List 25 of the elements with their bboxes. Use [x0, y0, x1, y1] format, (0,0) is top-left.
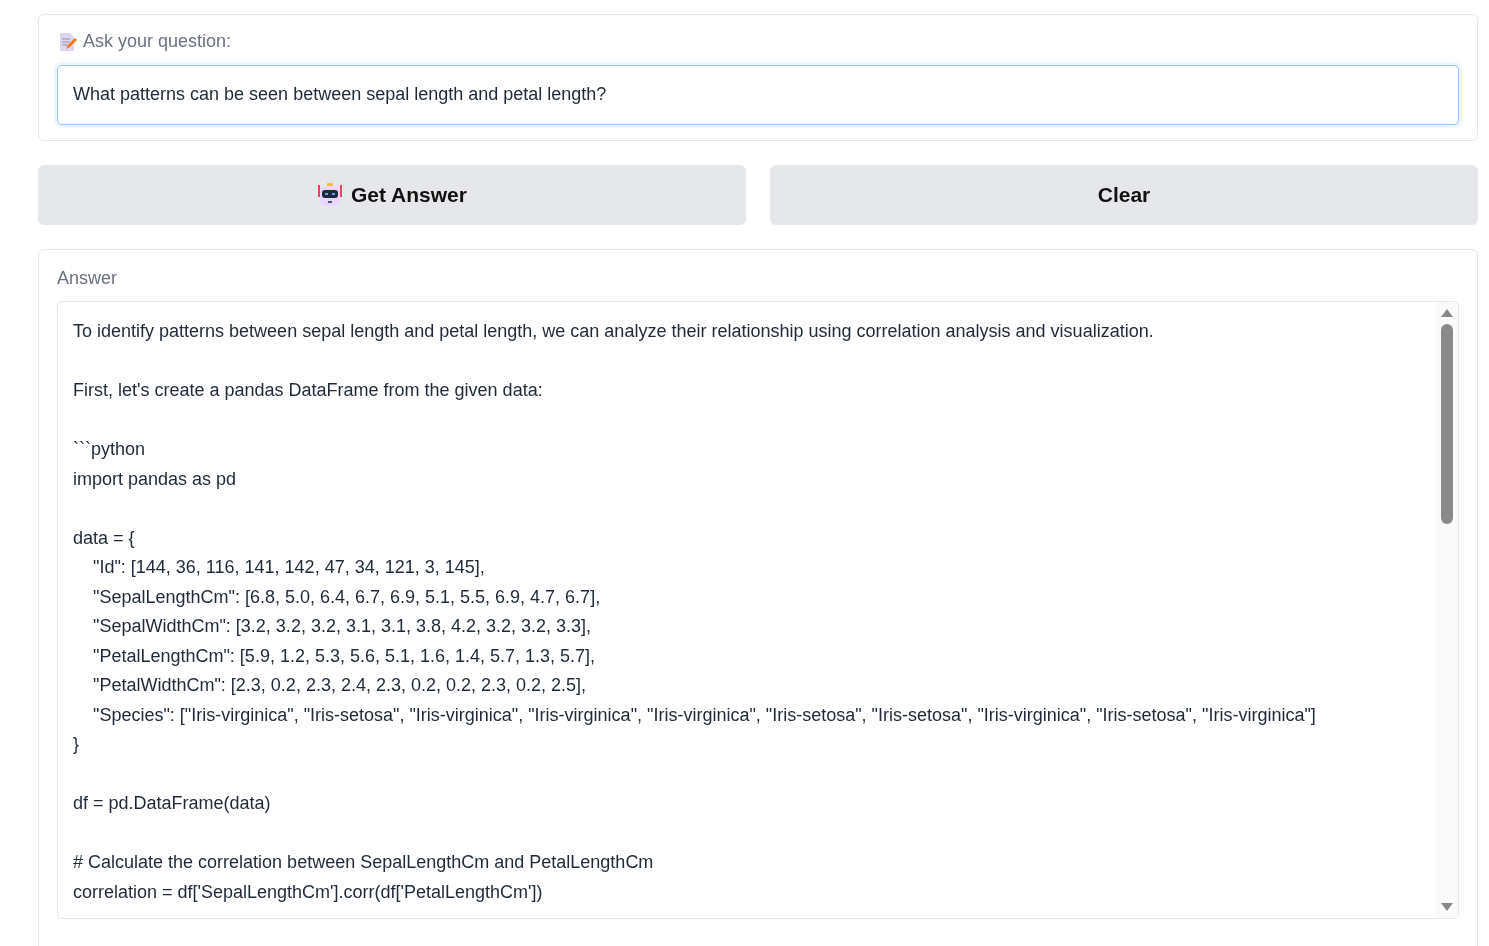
memo-icon: [57, 31, 77, 52]
answer-line: }: [73, 733, 80, 757]
scroll-up-icon: [1440, 308, 1454, 319]
field-label: Answer: [57, 267, 119, 290]
answer-line: # Calculate the correlation between SepalLengthCm and PetalLengthCm: [73, 851, 655, 875]
clear-button[interactable]: Clear: [770, 164, 1478, 225]
answer-line: "Species": ["Iris-virginica", "Iris-setosa", "Iris-virginica", "Iris-virginica", "Iris-virginica", "Iris-setosa", "Iris-setosa", "Iris-virginica", "Iris-setosa", "Iris-virginica"]: [92, 703, 1317, 727]
answer-line: import pandas as pd: [73, 467, 238, 491]
answer-line: To identify patterns between sepal length and petal length, we can analyze their relationship using correlation analysis and visualization.: [73, 320, 1155, 344]
answer-line: "PetalWidthCm": [2.3, 0.2, 2.3, 2.4, 2.3, 0.2, 0.2, 2.3, 0.2, 2.5],: [92, 674, 588, 698]
answer-line: First, let's create a pandas DataFrame from the given data:: [73, 379, 544, 403]
answer-line: "Id": [144, 36, 116, 141, 142, 47, 34, 121, 3, 145],: [92, 556, 486, 580]
get-answer-button[interactable]: Get Answer: [38, 164, 746, 225]
answer-line: "PetalLengthCm": [5.9, 1.2, 5.3, 5.6, 5.1, 1.6, 1.4, 5.7, 1.3, 5.7],: [92, 644, 597, 668]
scroll-thumb[interactable]: [1441, 324, 1453, 525]
answer-line: data = {: [73, 526, 136, 550]
answer-line: "SepalWidthCm": [3.2, 3.2, 3.2, 3.1, 3.1, 3.8, 4.2, 3.2, 3.2, 3.3],: [92, 615, 593, 639]
answer-line: ```python: [73, 438, 147, 462]
question-input[interactable]: What patterns can be seen between sepal length and petal length?: [57, 64, 1459, 125]
robot-icon: [317, 181, 344, 208]
scroll-down-icon: [1440, 902, 1454, 913]
field-label: Ask your question:: [83, 31, 232, 53]
answer-line: correlation = df['SepalLengthCm'].corr(df['PetalLengthCm']): [73, 880, 544, 904]
answer-line: df = pd.DataFrame(data): [73, 792, 272, 816]
answer-line: "SepalLengthCm": [6.8, 5.0, 6.4, 6.7, 6.9, 5.1, 5.5, 6.9, 4.7, 6.7],: [92, 585, 602, 609]
